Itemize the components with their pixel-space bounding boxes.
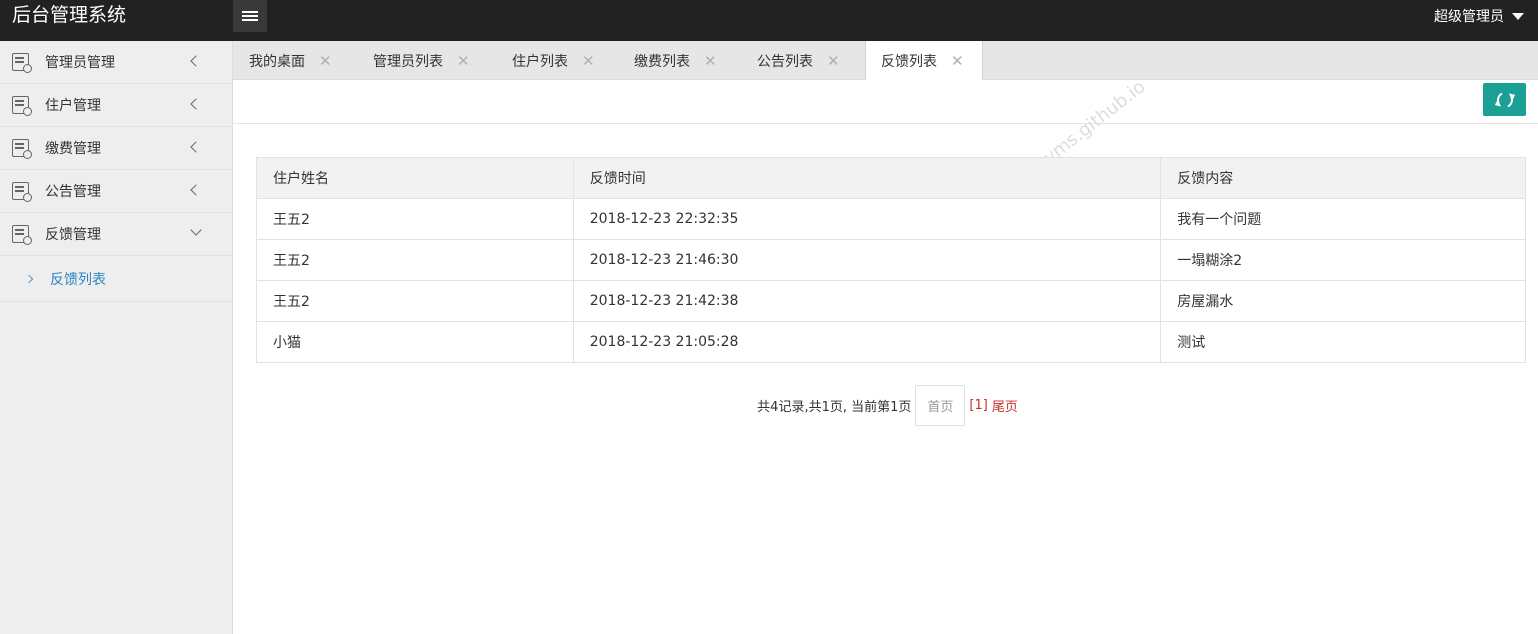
tab-feedback-list[interactable]: 反馈列表 ✕: [865, 41, 983, 81]
hamburger-icon: [242, 11, 258, 21]
refresh-icon: [1494, 89, 1515, 110]
table-header-row: 住户姓名 反馈时间 反馈内容: [256, 157, 1526, 199]
top-header: 后台管理系统 超级管理员: [0, 0, 1538, 41]
sidebar-item-label: 反馈管理: [45, 227, 101, 243]
chevron-down-icon: [190, 224, 202, 236]
table-row: 王五2 2018-12-23 21:42:38 房屋漏水: [256, 280, 1526, 322]
tab-bar: 我的桌面 ✕ 管理员列表 ✕ 住户列表 ✕ 缴费列表 ✕ 公告列表 ✕ 反馈列表…: [233, 41, 1538, 81]
close-icon[interactable]: ✕: [319, 52, 332, 70]
sidebar: 管理员管理 住户管理 缴费管理 公告管理 反馈管理 反馈列表: [0, 41, 233, 634]
cell-content: 房屋漏水: [1160, 280, 1526, 322]
sidebar-item-label: 缴费管理: [45, 141, 101, 157]
feedback-table: 住户姓名 反馈时间 反馈内容 王五2 2018-12-23 22:32:35 我…: [256, 157, 1526, 363]
app-title: 后台管理系统: [12, 4, 127, 26]
table-row: 小猫 2018-12-23 21:05:28 测试: [256, 321, 1526, 363]
sidebar-item-admin[interactable]: 管理员管理: [0, 41, 232, 84]
first-page-button[interactable]: 首页: [915, 385, 966, 426]
close-icon[interactable]: ✕: [827, 52, 840, 70]
user-name: 超级管理员: [1434, 9, 1504, 25]
tab-admin-list[interactable]: 管理员列表 ✕: [373, 41, 470, 80]
close-icon[interactable]: ✕: [704, 52, 717, 70]
close-icon[interactable]: ✕: [582, 52, 595, 70]
column-header-content: 反馈内容: [1160, 157, 1526, 199]
cell-time: 2018-12-23 21:46:30: [572, 239, 1162, 281]
cell-name: 王五2: [256, 198, 574, 240]
sidebar-item-residents[interactable]: 住户管理: [0, 84, 232, 127]
chevron-left-icon: [190, 55, 202, 67]
document-icon: [12, 53, 32, 73]
sidebar-item-payments[interactable]: 缴费管理: [0, 127, 232, 170]
table-row: 王五2 2018-12-23 22:32:35 我有一个问题: [256, 198, 1526, 240]
document-icon: [12, 225, 32, 245]
chevron-left-icon: [190, 141, 202, 153]
cell-time: 2018-12-23 21:42:38: [572, 280, 1162, 322]
feedback-table-container: 住户姓名 反馈时间 反馈内容 王五2 2018-12-23 22:32:35 我…: [256, 157, 1526, 363]
tab-payment-list[interactable]: 缴费列表 ✕: [634, 41, 717, 80]
cell-content: 一塌糊涂2: [1160, 239, 1526, 281]
cell-content: 测试: [1160, 321, 1526, 363]
menu-toggle-button[interactable]: [233, 0, 267, 32]
cell-time: 2018-12-23 21:05:28: [572, 321, 1162, 363]
sidebar-item-notices[interactable]: 公告管理: [0, 170, 232, 213]
document-icon: [12, 182, 32, 202]
tab-label: 公告列表: [757, 53, 813, 70]
document-icon: [12, 96, 32, 116]
sidebar-subitem-feedback-list[interactable]: 反馈列表: [0, 256, 232, 302]
sidebar-item-label: 公告管理: [45, 184, 101, 200]
tab-label: 反馈列表: [881, 54, 937, 70]
column-header-time: 反馈时间: [572, 157, 1162, 199]
cell-content: 我有一个问题: [1160, 198, 1526, 240]
tab-label: 缴费列表: [634, 53, 690, 70]
tab-label: 管理员列表: [373, 53, 443, 70]
column-header-name: 住户姓名: [256, 157, 574, 199]
page-link-1[interactable]: [1]: [969, 398, 987, 413]
user-menu[interactable]: 超级管理员: [1434, 6, 1524, 26]
tab-resident-list[interactable]: 住户列表 ✕: [512, 41, 595, 80]
toolbar: [233, 80, 1538, 124]
sidebar-subitem-label: 反馈列表: [50, 271, 106, 288]
pagination: 共4记录,共1页, 当前第1页 首页 [1] 尾页: [0, 385, 1538, 426]
cell-name: 小猫: [256, 321, 574, 363]
sidebar-item-feedback[interactable]: 反馈管理: [0, 213, 232, 256]
cell-time: 2018-12-23 22:32:35: [572, 198, 1162, 240]
sidebar-item-label: 管理员管理: [45, 55, 115, 71]
chevron-left-icon: [190, 184, 202, 196]
refresh-button[interactable]: [1483, 83, 1526, 116]
tab-label: 我的桌面: [249, 53, 305, 70]
caret-down-icon: [1512, 12, 1524, 20]
close-icon[interactable]: ✕: [457, 52, 470, 70]
sidebar-item-label: 住户管理: [45, 98, 101, 114]
cell-name: 王五2: [256, 239, 574, 281]
pagination-info: 共4记录,共1页, 当前第1页: [757, 400, 912, 415]
cell-name: 王五2: [256, 280, 574, 322]
table-row: 王五2 2018-12-23 21:46:30 一塌糊涂2: [256, 239, 1526, 281]
document-icon: [12, 139, 32, 159]
tab-label: 住户列表: [512, 53, 568, 70]
close-icon[interactable]: ✕: [951, 52, 964, 70]
tab-desktop[interactable]: 我的桌面 ✕: [249, 41, 332, 80]
chevron-left-icon: [190, 98, 202, 110]
tab-notice-list[interactable]: 公告列表 ✕: [757, 41, 840, 80]
chevron-right-icon: [24, 274, 34, 283]
last-page-link[interactable]: 尾页: [992, 396, 1018, 415]
